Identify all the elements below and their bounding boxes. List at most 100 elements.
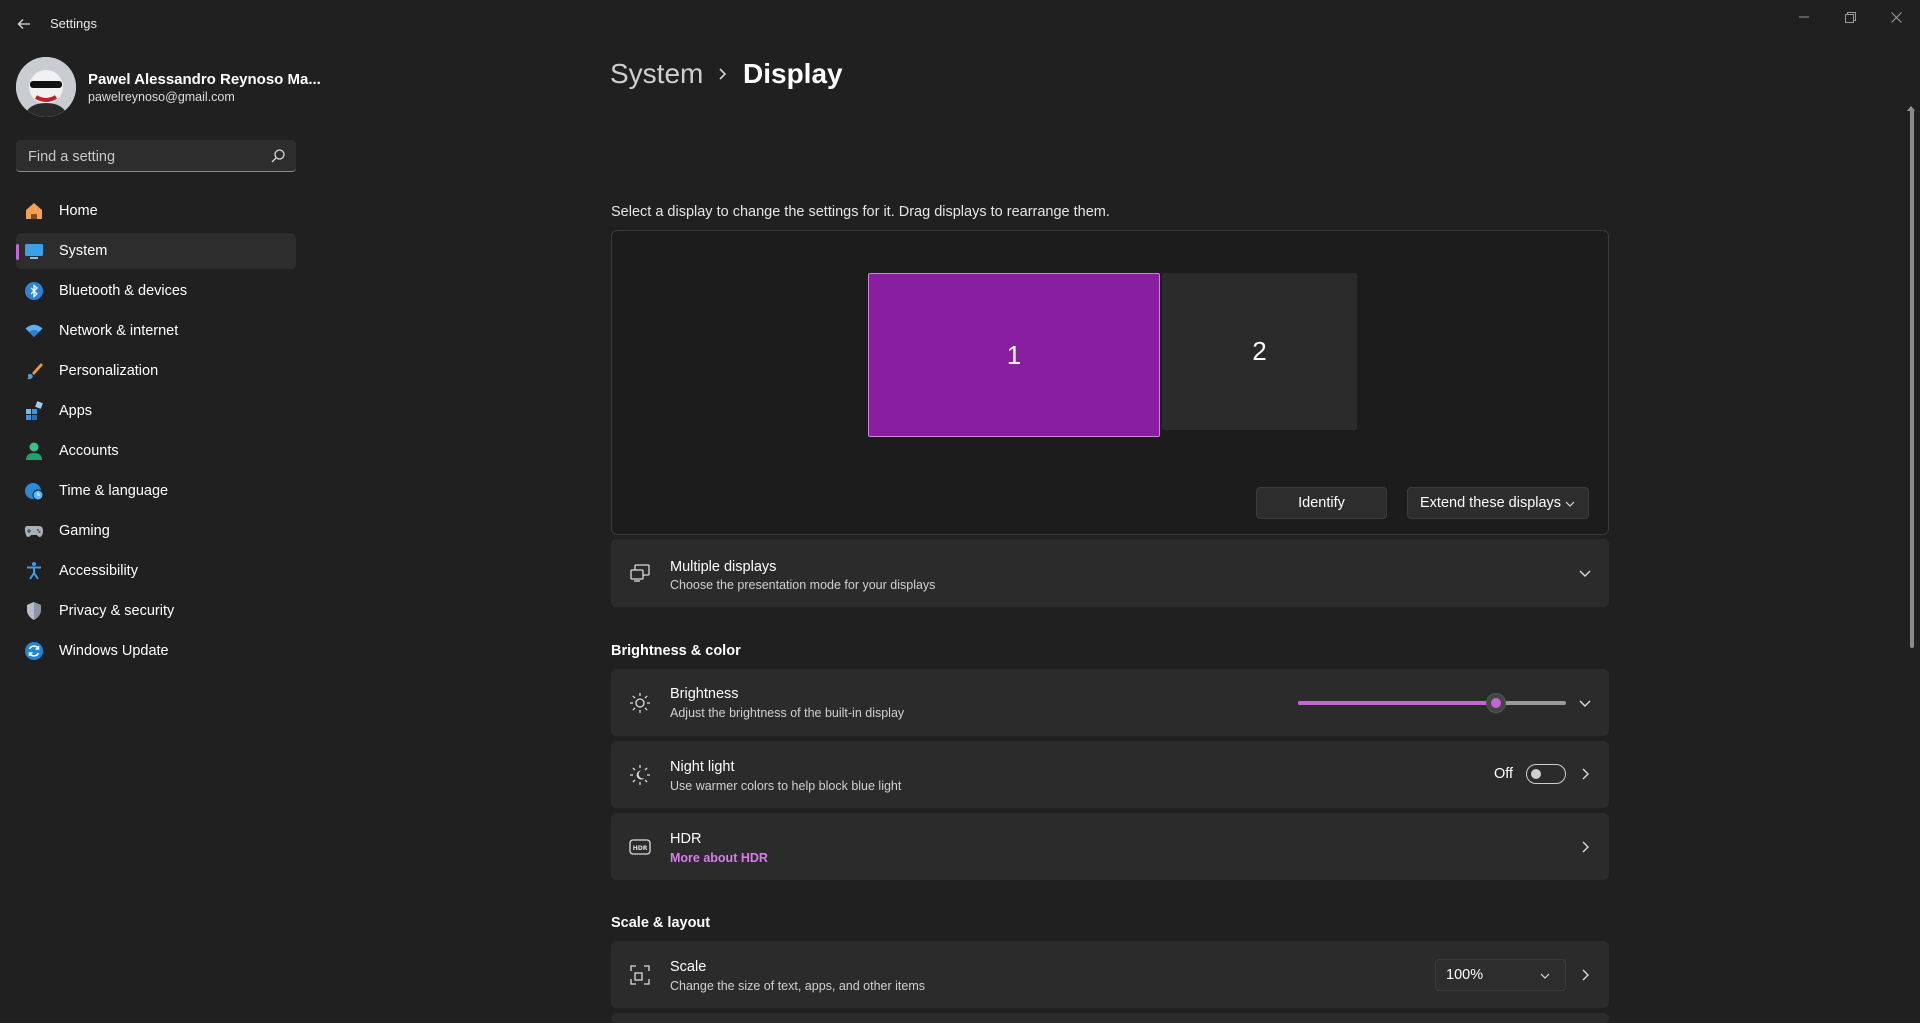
- scale-dropdown[interactable]: 100%: [1435, 959, 1566, 991]
- night-light-state: Off: [1494, 766, 1514, 782]
- globe-clock-icon: [24, 481, 44, 501]
- card-subtitle: Change the size of text, apps, and other…: [670, 979, 926, 993]
- scale-icon: [628, 963, 652, 987]
- sidebar-item-label: Bluetooth & devices: [59, 283, 188, 299]
- chevron-right-icon: [716, 64, 730, 84]
- brightness-card[interactable]: Brightness Adjust the brightness of the …: [611, 669, 1609, 736]
- card-title: HDR: [670, 831, 702, 847]
- sidebar-item-label: Network & internet: [59, 323, 179, 339]
- sidebar-item-gaming[interactable]: Gaming: [16, 513, 296, 549]
- minimize-button[interactable]: [1784, 6, 1824, 28]
- search-input[interactable]: [26, 140, 260, 173]
- brightness-slider-thumb[interactable]: [1486, 693, 1507, 713]
- back-button[interactable]: [12, 12, 36, 36]
- close-button[interactable]: [1876, 6, 1916, 28]
- card-subtitle: Choose the presentation mode for your di…: [670, 578, 936, 592]
- sidebar-item-network[interactable]: Network & internet: [16, 313, 296, 349]
- sidebar-item-label: Personalization: [59, 363, 159, 379]
- breadcrumb-parent[interactable]: System: [610, 58, 703, 90]
- sidebar-item-system[interactable]: System: [16, 233, 296, 269]
- restore-icon: [1844, 11, 1856, 23]
- sidebar-item-home[interactable]: Home: [16, 193, 296, 229]
- wifi-icon: [24, 321, 44, 341]
- page-title: Display: [743, 58, 843, 89]
- scrollbar-thumb[interactable]: [1910, 108, 1914, 648]
- system-icon: [24, 241, 44, 261]
- sidebar-item-label: Accounts: [59, 443, 119, 459]
- maximize-button[interactable]: [1830, 6, 1870, 28]
- sidebar-item-label: Accessibility: [59, 563, 138, 579]
- person-icon: [24, 441, 44, 461]
- sidebar-item-time-language[interactable]: Time & language: [16, 473, 296, 509]
- card-subtitle: Use warmer colors to help block blue lig…: [670, 779, 902, 793]
- sidebar-item-bluetooth[interactable]: Bluetooth & devices: [16, 273, 296, 309]
- bluetooth-icon: [24, 281, 44, 301]
- sidebar-item-personalization[interactable]: Personalization: [16, 353, 296, 389]
- update-icon: [24, 641, 44, 661]
- avatar[interactable]: [16, 57, 76, 117]
- search-box: [16, 140, 296, 173]
- brightness-slider[interactable]: [1298, 701, 1566, 705]
- identify-label: Identify: [1298, 495, 1345, 511]
- brightness-icon: [628, 691, 652, 715]
- search-icon[interactable]: [270, 148, 286, 164]
- sidebar-item-label: Windows Update: [59, 643, 169, 659]
- multiple-displays-card[interactable]: Multiple displays Choose the presentatio…: [611, 539, 1609, 607]
- hdr-learn-more-link[interactable]: More about HDR: [670, 851, 768, 865]
- chevron-down-icon: [1539, 970, 1551, 982]
- card-title: Brightness: [670, 686, 739, 702]
- section-title-scale-layout: Scale & layout: [611, 915, 711, 931]
- svg-text:HDR: HDR: [633, 845, 648, 852]
- display-mode-label: Extend these displays: [1420, 495, 1562, 511]
- sidebar-nav: Home System Bluetooth & devices Network …: [16, 193, 296, 673]
- card-subtitle: Adjust the brightness of the built-in di…: [670, 706, 905, 720]
- sidebar-item-label: Apps: [59, 403, 93, 419]
- sidebar-item-accounts[interactable]: Accounts: [16, 433, 296, 469]
- scale-value: 100%: [1446, 967, 1484, 983]
- hdr-card[interactable]: HDR HDR More about HDR: [611, 813, 1609, 880]
- night-light-card[interactable]: Night light Use warmer colors to help bl…: [611, 741, 1609, 808]
- arrangement-hint: Select a display to change the settings …: [611, 204, 1110, 220]
- hdr-icon: HDR: [628, 835, 652, 859]
- brush-icon: [24, 361, 44, 381]
- toggle-knob: [1531, 769, 1541, 779]
- card-title: Night light: [670, 759, 735, 775]
- sidebar-item-accessibility[interactable]: Accessibility: [16, 553, 296, 589]
- chevron-down-icon: [1564, 498, 1576, 510]
- card-title: Multiple displays: [670, 559, 777, 575]
- sidebar-item-apps[interactable]: Apps: [16, 393, 296, 429]
- monitor-1[interactable]: 1: [868, 273, 1160, 437]
- chevron-down-icon[interactable]: [1577, 565, 1593, 581]
- chevron-right-icon[interactable]: [1577, 766, 1593, 782]
- gamepad-icon: [24, 521, 44, 541]
- scale-card[interactable]: Scale Change the size of text, apps, and…: [611, 941, 1609, 1008]
- monitor-2[interactable]: 2: [1162, 273, 1357, 430]
- monitor-number: 2: [1252, 336, 1267, 366]
- night-light-toggle[interactable]: [1526, 764, 1566, 784]
- section-title-brightness-color: Brightness & color: [611, 643, 741, 659]
- minimize-icon: [1799, 16, 1809, 18]
- sidebar-item-privacy[interactable]: Privacy & security: [16, 593, 296, 629]
- display-mode-dropdown[interactable]: Extend these displays: [1407, 487, 1589, 519]
- profile-email: pawelreynoso@gmail.com: [88, 90, 235, 104]
- sidebar-item-label: Time & language: [59, 483, 169, 499]
- apps-icon: [24, 401, 44, 421]
- back-arrow-icon: [17, 19, 30, 29]
- sidebar-item-label: Privacy & security: [59, 603, 175, 619]
- monitor-number: 1: [1006, 339, 1022, 370]
- sidebar-item-windows-update[interactable]: Windows Update: [16, 633, 296, 669]
- shield-icon: [24, 601, 44, 621]
- multiple-displays-icon: [628, 561, 652, 585]
- night-light-icon: [628, 763, 652, 787]
- card-title: Scale: [670, 959, 707, 975]
- next-setting-card[interactable]: [611, 1013, 1609, 1023]
- identify-button[interactable]: Identify: [1256, 487, 1387, 519]
- brightness-slider-fill: [1298, 701, 1497, 705]
- chevron-right-icon[interactable]: [1577, 967, 1593, 983]
- sidebar-item-label: Gaming: [59, 523, 110, 539]
- home-icon: [24, 201, 44, 221]
- sidebar-item-label: Home: [59, 203, 98, 219]
- chevron-right-icon[interactable]: [1577, 839, 1593, 855]
- avatar-image: [16, 57, 76, 117]
- chevron-down-icon[interactable]: [1577, 695, 1593, 711]
